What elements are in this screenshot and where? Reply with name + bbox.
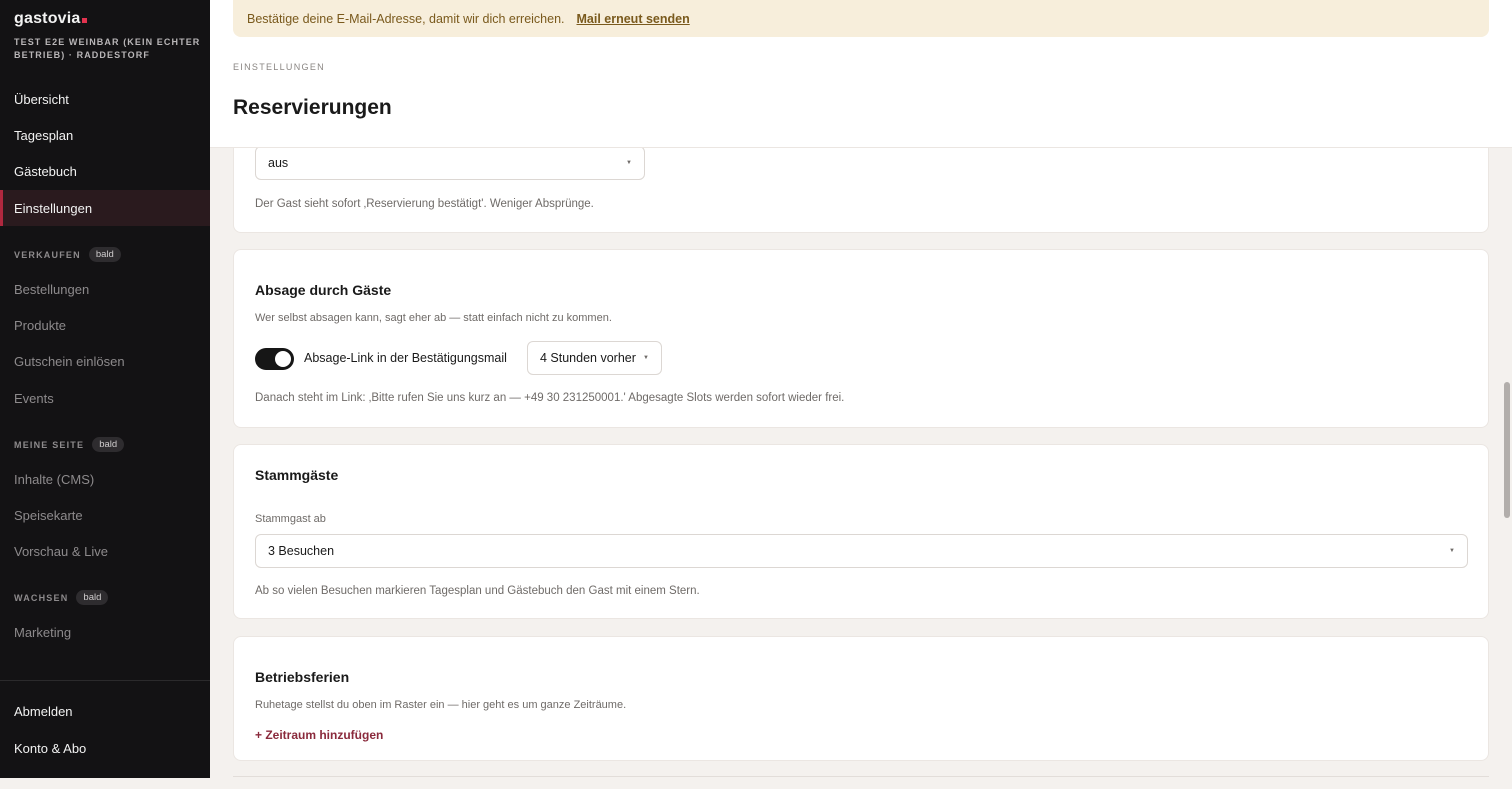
scrollbar[interactable] bbox=[1502, 0, 1512, 789]
cancel-hint: Danach steht im Link: ‚Bitte rufen Sie u… bbox=[255, 392, 845, 404]
breadcrumb: EINSTELLUNGEN bbox=[233, 62, 325, 72]
cancel-link-toggle[interactable] bbox=[255, 348, 294, 370]
card-holidays: Betriebsferien Ruhetage stellst du oben … bbox=[233, 636, 1489, 761]
resend-mail-link[interactable]: Mail erneut senden bbox=[577, 12, 690, 26]
select-value: 3 Besuchen bbox=[268, 544, 335, 558]
sidebar-item-marketing[interactable]: Marketing bbox=[0, 614, 210, 650]
card-title: Absage durch Gäste bbox=[255, 282, 392, 298]
account-link[interactable]: Konto & Abo bbox=[0, 730, 210, 766]
auto-confirm-select[interactable]: aus ▼ bbox=[255, 146, 645, 180]
soon-badge: bald bbox=[76, 590, 109, 605]
cancel-link-toggle-label[interactable]: Absage-Link in der Bestätigungsmail bbox=[304, 351, 507, 365]
next-card-edge bbox=[233, 776, 1489, 789]
sidebar-item-uebersicht[interactable]: Übersicht bbox=[0, 81, 210, 117]
soon-badge: bald bbox=[88, 247, 121, 262]
soon-badge: bald bbox=[92, 437, 125, 452]
section-title: VERKAUFEN bbox=[14, 249, 81, 260]
regulars-field-label: Stammgast ab bbox=[255, 513, 326, 525]
section-title: MEINE SEITE bbox=[14, 439, 85, 450]
card-subtitle: Ruhetage stellst du oben im Raster ein —… bbox=[255, 699, 627, 711]
section-wachsen: WACHSEN bald bbox=[14, 590, 109, 605]
chevron-down-icon: ▼ bbox=[626, 160, 632, 166]
auto-confirm-hint: Der Gast sieht sofort ‚Reservierung best… bbox=[255, 198, 594, 210]
regulars-threshold-select[interactable]: 3 Besuchen ▼ bbox=[255, 534, 1468, 568]
section-meine-seite: MEINE SEITE bald bbox=[14, 437, 125, 452]
regulars-hint: Ab so vielen Besuchen markieren Tagespla… bbox=[255, 585, 700, 597]
scrollbar-thumb[interactable] bbox=[1504, 382, 1510, 518]
chevron-down-icon: ▼ bbox=[1449, 548, 1455, 554]
sidebar-item-inhalte[interactable]: Inhalte (CMS) bbox=[0, 461, 210, 497]
page-header: Bestätige deine E-Mail-Adresse, damit wi… bbox=[210, 0, 1512, 148]
chevron-down-icon: ▼ bbox=[643, 355, 649, 361]
add-period-link[interactable]: + Zeitraum hinzufügen bbox=[255, 728, 383, 742]
logout-link[interactable]: Abmelden bbox=[0, 693, 210, 729]
sidebar-item-produkte[interactable]: Produkte bbox=[0, 307, 210, 343]
sidebar-item-gaestebuch[interactable]: Gästebuch bbox=[0, 153, 210, 189]
card-title: Betriebsferien bbox=[255, 669, 350, 685]
brand-logo[interactable]: gastovia bbox=[14, 10, 87, 28]
select-value: aus bbox=[268, 156, 289, 170]
section-title: WACHSEN bbox=[14, 592, 69, 603]
card-guest-cancellation: Absage durch Gäste Wer selbst absagen ka… bbox=[233, 249, 1489, 428]
sidebar-item-vorschau[interactable]: Vorschau & Live bbox=[0, 533, 210, 569]
section-verkaufen: VERKAUFEN bald bbox=[14, 247, 121, 262]
card-title: Stammgäste bbox=[255, 467, 339, 483]
sidebar-item-tagesplan[interactable]: Tagesplan bbox=[0, 117, 210, 153]
sidebar: gastovia TEST E2E WEINBAR (KEIN ECHTER B… bbox=[0, 0, 210, 778]
banner-text: Bestätige deine E-Mail-Adresse, damit wi… bbox=[247, 11, 565, 26]
sidebar-item-einstellungen[interactable]: Einstellungen bbox=[0, 190, 210, 226]
sidebar-item-events[interactable]: Events bbox=[0, 380, 210, 416]
card-subtitle: Wer selbst absagen kann, sagt eher ab — … bbox=[255, 312, 612, 324]
sidebar-item-speisekarte[interactable]: Speisekarte bbox=[0, 497, 210, 533]
venue-name: TEST E2E WEINBAR (KEIN ECHTER BETRIEB) ·… bbox=[14, 37, 201, 60]
brand-dot-icon bbox=[81, 18, 87, 23]
select-value: 4 Stunden vorher bbox=[540, 351, 636, 365]
card-regulars: Stammgäste Stammgast ab 3 Besuchen ▼ Ab … bbox=[233, 444, 1489, 619]
sidebar-item-gutschein[interactable]: Gutschein einlösen bbox=[0, 343, 210, 379]
sidebar-item-bestellungen[interactable]: Bestellungen bbox=[0, 271, 210, 307]
toggle-knob bbox=[275, 351, 291, 367]
page-title: Reservierungen bbox=[233, 96, 392, 119]
email-verification-banner: Bestätige deine E-Mail-Adresse, damit wi… bbox=[233, 0, 1489, 37]
cancel-deadline-select[interactable]: 4 Stunden vorher ▼ bbox=[527, 341, 662, 375]
brand-name: gastovia bbox=[14, 10, 81, 27]
sidebar-divider bbox=[0, 680, 210, 681]
